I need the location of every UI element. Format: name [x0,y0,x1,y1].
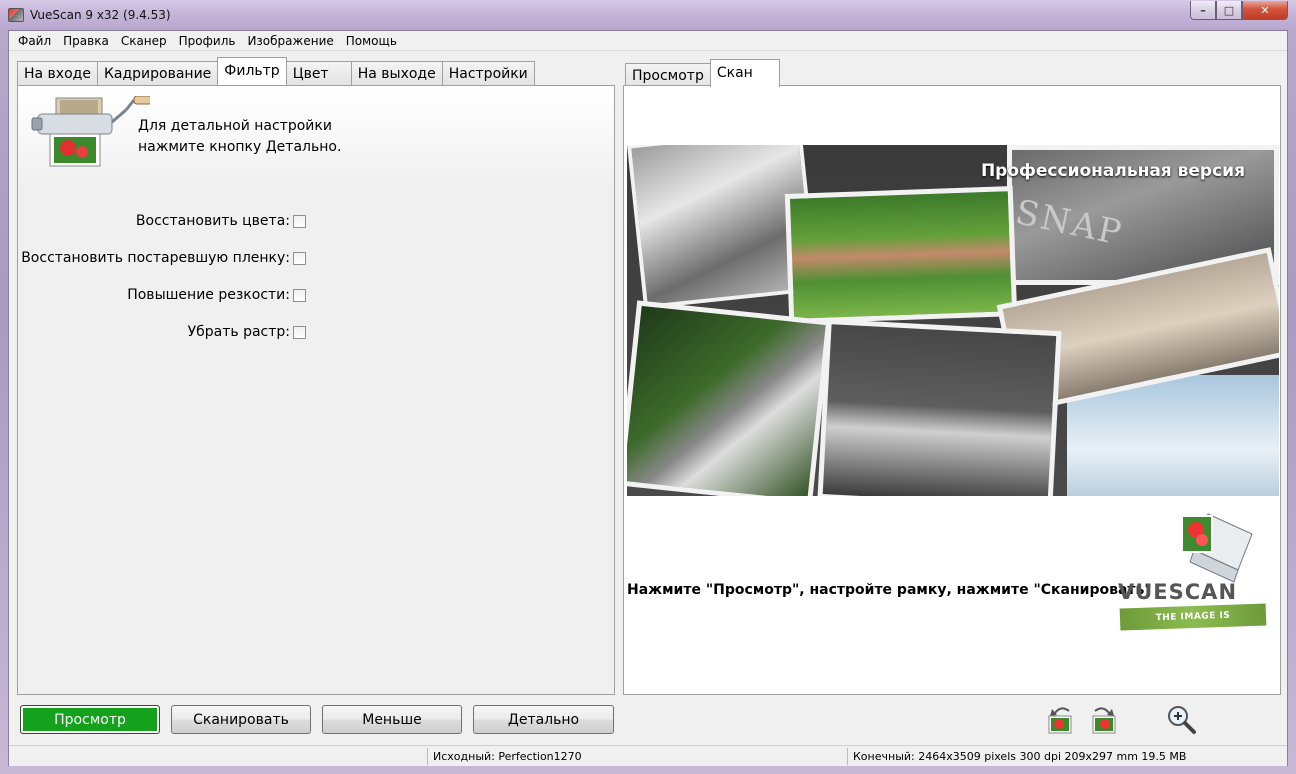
scan-instruction: Нажмите "Просмотр", настройте рамку, наж… [627,582,1152,598]
rotate-right-icon[interactable] [1087,703,1119,735]
menu-edit[interactable]: Правка [57,31,115,51]
tab-output[interactable]: На выходе [350,61,443,85]
less-button[interactable]: Меньше [322,705,462,734]
status-bar: Исходный: Perfection1270 Конечный: 2464x… [9,745,1287,766]
restore-colors-checkbox[interactable] [293,214,306,228]
preview-button[interactable]: Просмотр [20,705,160,734]
tab-scan[interactable]: Скан [709,59,780,87]
option-label: Повышение резкости: [127,287,290,303]
pro-version-label: Профессиональная версия [980,161,1245,181]
right-tab-strip: Просмотр Скан [625,57,780,87]
status-source: Исходный: Perfection1270 [433,750,582,763]
tab-preview[interactable]: Просмотр [625,63,711,87]
menu-bar: Файл Правка Сканер Профиль Изображение П… [9,31,1287,51]
promo-banner: SNAP Профессиональная версия [627,145,1279,496]
maximize-button[interactable]: □ [1216,1,1242,20]
tab-crop[interactable]: Кадрирование [96,61,219,85]
menu-file[interactable]: Файл [12,31,57,51]
title-bar[interactable]: VueScan 9 x32 (9.4.53) – □ ✕ [0,0,1296,30]
window-title: VueScan 9 x32 (9.4.53) [30,8,171,22]
left-tab-strip: На входе Кадрирование Фильтр Цвет На вых… [17,57,535,85]
option-label: Восстановить постаревшую пленку: [21,250,290,266]
status-destination: Конечный: 2464x3509 pixels 300 dpi 209x2… [853,750,1187,763]
menu-help[interactable]: Помощь [340,31,403,51]
menu-scanner[interactable]: Сканер [115,31,173,51]
tab-settings[interactable]: Настройки [441,61,535,85]
main-window: Файл Правка Сканер Профиль Изображение П… [8,30,1288,766]
option-sharpen: Повышение резкости: [18,287,306,303]
option-label: Убрать растр: [187,324,290,340]
tab-input[interactable]: На входе [17,61,98,85]
photo-dog [627,300,832,496]
photo-kids [784,186,1018,324]
menu-profile[interactable]: Профиль [173,31,242,51]
close-button[interactable]: ✕ [1242,1,1288,20]
vuescan-logo: VUESCAN THE IMAGE IS EVERYTHING [1118,506,1268,645]
status-separator [427,748,428,765]
option-restore-colors: Восстановить цвета: [18,213,306,229]
scan-panel: SNAP Профессиональная версия Нажмите "Пр… [623,85,1281,695]
hint-line-2: нажмите кнопку Детально. [138,139,342,155]
logo-text: VUESCAN [1118,580,1238,604]
filter-header: Для детальной настройки нажмите кнопку Д… [18,86,614,184]
option-restore-fading: Восстановить постаревшую пленку: [18,250,306,266]
scanner-crank-icon [31,96,150,167]
tab-color[interactable]: Цвет [285,61,352,85]
tab-filter[interactable]: Фильтр [217,57,287,85]
logo-tagline: THE IMAGE IS EVERYTHING [1119,603,1267,645]
window-controls: – □ ✕ [1190,1,1288,20]
filter-hint: Для детальной настройки нажмите кнопку Д… [138,116,341,158]
photo-boys [817,318,1062,496]
option-label: Восстановить цвета: [135,213,290,229]
status-separator [847,748,848,765]
app-icon [8,8,24,22]
rotate-left-icon[interactable] [1045,703,1077,735]
descreen-checkbox[interactable] [293,325,306,339]
more-button[interactable]: Детально [473,705,614,734]
menu-image[interactable]: Изображение [241,31,339,51]
zoom-in-icon[interactable] [1165,703,1197,735]
sharpen-checkbox[interactable] [293,288,306,302]
option-descreen: Убрать растр: [18,324,306,340]
minimize-button[interactable]: – [1190,1,1216,20]
filter-panel: Для детальной настройки нажмите кнопку Д… [17,85,615,695]
restore-fading-checkbox[interactable] [293,251,306,265]
scan-button[interactable]: Сканировать [171,705,311,734]
hint-line-1: Для детальной настройки [138,118,332,134]
